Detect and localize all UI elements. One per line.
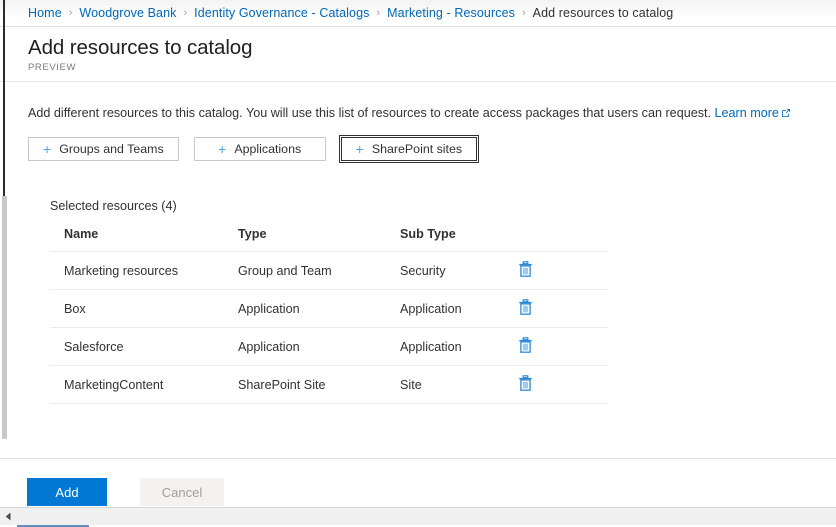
breadcrumb-separator-icon: › bbox=[376, 7, 380, 19]
column-header-sub-type: Sub Type bbox=[386, 227, 510, 252]
plus-icon: + bbox=[43, 142, 51, 156]
breadcrumb-separator-icon: › bbox=[183, 7, 187, 19]
cell-type: Application bbox=[224, 328, 386, 366]
scroll-left-arrow-icon[interactable] bbox=[0, 508, 17, 525]
cell-actions bbox=[510, 252, 608, 290]
cell-type: Application bbox=[224, 290, 386, 328]
cell-sub-type: Site bbox=[386, 366, 510, 404]
table-row: Box Application Application bbox=[50, 290, 608, 328]
selected-resources-label: Selected resources (4) bbox=[50, 199, 836, 213]
breadcrumb-item-identity-governance-catalogs[interactable]: Identity Governance - Catalogs bbox=[194, 6, 369, 20]
breadcrumb-separator-icon: › bbox=[522, 7, 526, 19]
delete-icon[interactable] bbox=[518, 337, 533, 353]
plus-icon: + bbox=[218, 142, 226, 156]
breadcrumb-item-current: Add resources to catalog bbox=[533, 6, 674, 20]
delete-icon[interactable] bbox=[518, 261, 533, 277]
breadcrumb-separator-icon: › bbox=[69, 7, 73, 19]
add-sharepoint-sites-label: SharePoint sites bbox=[372, 142, 462, 156]
add-resource-buttons: + Groups and Teams + Applications + Shar… bbox=[28, 137, 836, 161]
cell-name: Box bbox=[50, 290, 224, 328]
column-header-actions bbox=[510, 227, 608, 252]
breadcrumb-item-marketing-resources[interactable]: Marketing - Resources bbox=[387, 6, 515, 20]
learn-more-label: Learn more bbox=[715, 106, 779, 120]
breadcrumb: Home › Woodgrove Bank › Identity Governa… bbox=[0, 0, 836, 27]
delete-icon[interactable] bbox=[518, 299, 533, 315]
plus-icon: + bbox=[356, 142, 364, 156]
selected-resources-table: Name Type Sub Type Marketing resources G… bbox=[50, 227, 608, 404]
cell-type: Group and Team bbox=[224, 252, 386, 290]
cell-name: MarketingContent bbox=[50, 366, 224, 404]
table-row: MarketingContent SharePoint Site Site bbox=[50, 366, 608, 404]
breadcrumb-item-woodgrove-bank[interactable]: Woodgrove Bank bbox=[79, 6, 176, 20]
page-title: Add resources to catalog bbox=[28, 35, 836, 61]
cell-name: Salesforce bbox=[50, 328, 224, 366]
blade-panel: Home › Woodgrove Bank › Identity Governa… bbox=[0, 0, 836, 525]
cell-actions bbox=[510, 366, 608, 404]
add-groups-and-teams-label: Groups and Teams bbox=[59, 142, 163, 156]
breadcrumb-item-home[interactable]: Home bbox=[28, 6, 62, 20]
cell-sub-type: Application bbox=[386, 328, 510, 366]
table-row: Salesforce Application Application bbox=[50, 328, 608, 366]
learn-more-link[interactable]: Learn more bbox=[715, 106, 779, 120]
horizontal-scrollbar-thumb[interactable] bbox=[17, 509, 89, 527]
blade-vertical-scrollbar[interactable] bbox=[2, 196, 7, 439]
horizontal-scrollbar[interactable] bbox=[0, 507, 836, 525]
add-button[interactable]: Add bbox=[27, 478, 107, 506]
description-sentence: Add different resources to this catalog.… bbox=[28, 106, 711, 120]
add-applications-button[interactable]: + Applications bbox=[194, 137, 326, 161]
cell-actions bbox=[510, 328, 608, 366]
cell-sub-type: Application bbox=[386, 290, 510, 328]
column-header-name: Name bbox=[50, 227, 224, 252]
cell-type: SharePoint Site bbox=[224, 366, 386, 404]
blade-edge-rail bbox=[3, 0, 5, 196]
page-header: Add resources to catalog PREVIEW bbox=[0, 27, 836, 82]
cell-name: Marketing resources bbox=[50, 252, 224, 290]
table-header-row: Name Type Sub Type bbox=[50, 227, 608, 252]
cell-sub-type: Security bbox=[386, 252, 510, 290]
description-text: Add different resources to this catalog.… bbox=[28, 104, 836, 123]
preview-badge: PREVIEW bbox=[28, 62, 836, 73]
cell-actions bbox=[510, 290, 608, 328]
delete-icon[interactable] bbox=[518, 375, 533, 391]
main-content: Add different resources to this catalog.… bbox=[0, 82, 836, 458]
cancel-button: Cancel bbox=[140, 478, 224, 506]
external-link-icon bbox=[781, 105, 791, 123]
add-applications-label: Applications bbox=[234, 142, 301, 156]
add-sharepoint-sites-button[interactable]: + SharePoint sites bbox=[341, 137, 477, 161]
add-groups-and-teams-button[interactable]: + Groups and Teams bbox=[28, 137, 179, 161]
column-header-type: Type bbox=[224, 227, 386, 252]
table-row: Marketing resources Group and Team Secur… bbox=[50, 252, 608, 290]
